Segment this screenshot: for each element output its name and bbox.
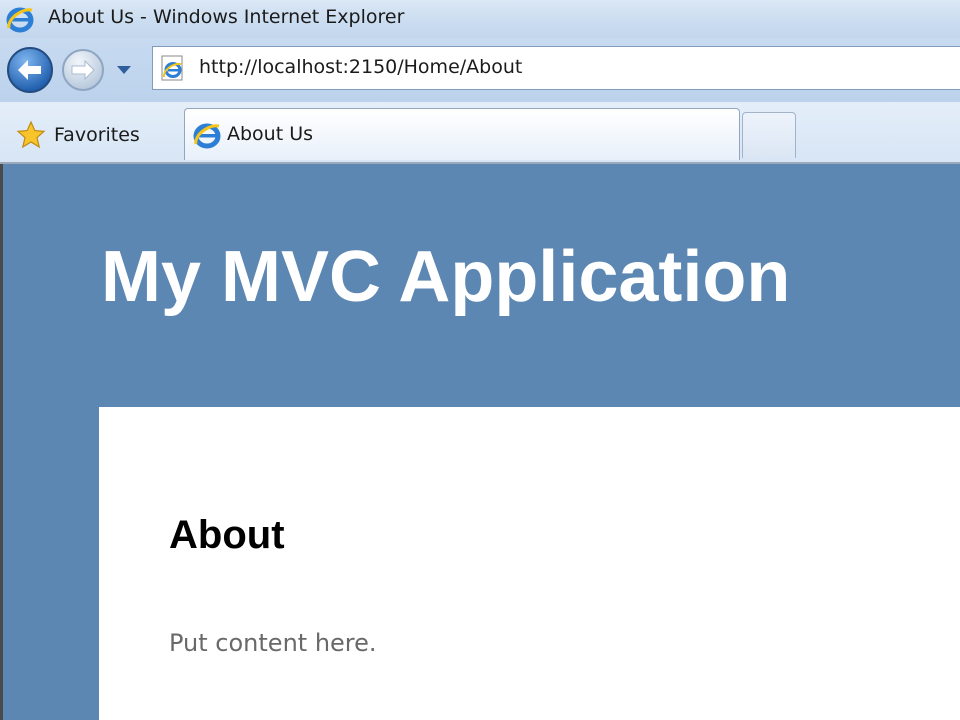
address-bar[interactable]: http://localhost:2150/Home/About: [152, 46, 960, 90]
ie-icon: [193, 123, 221, 149]
site-title: My MVC Application: [101, 237, 791, 317]
page-heading: About: [169, 513, 285, 557]
favorites-label: Favorites: [54, 124, 140, 146]
favorites-button[interactable]: Favorites: [4, 110, 180, 156]
main-content: About Put content here.: [99, 407, 960, 720]
navigation-bar: http://localhost:2150/Home/About: [0, 38, 960, 102]
back-arrow-icon[interactable]: [6, 46, 54, 94]
tab-label: About Us: [227, 123, 314, 145]
tab-bar: Favorites About Us: [0, 102, 960, 164]
title-bar: About Us - Windows Internet Explorer: [0, 0, 960, 38]
tab-about-us[interactable]: About Us: [184, 108, 740, 160]
ie-icon: [6, 7, 34, 33]
new-tab-button[interactable]: [742, 112, 796, 158]
page-ie-icon: [161, 55, 183, 81]
web-page: My MVC Application About Put content her…: [0, 164, 960, 720]
forward-arrow-icon[interactable]: [60, 47, 106, 93]
browser-window: About Us - Windows Internet Explorer htt…: [0, 0, 960, 720]
window-title: About Us - Windows Internet Explorer: [48, 6, 405, 28]
star-icon: [16, 120, 46, 149]
body-text: Put content here.: [169, 629, 377, 657]
url-field[interactable]: http://localhost:2150/Home/About: [199, 56, 522, 78]
chevron-down-icon[interactable]: [114, 62, 134, 78]
